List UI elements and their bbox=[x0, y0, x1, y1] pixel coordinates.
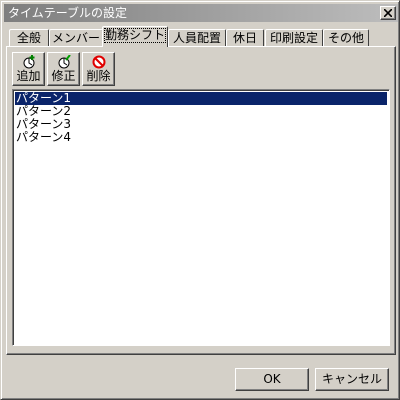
close-icon bbox=[384, 9, 392, 17]
list-item[interactable]: パターン4 bbox=[15, 131, 387, 144]
window-title: タイムテーブルの設定 bbox=[8, 6, 128, 20]
tab-label: 全般 bbox=[16, 31, 41, 45]
delete-icon bbox=[92, 55, 106, 69]
cancel-button[interactable]: キャンセル bbox=[315, 368, 389, 391]
add-button[interactable]: 追加 bbox=[12, 52, 45, 86]
shift-pattern-list[interactable]: パターン1 パターン2 パターン3 パターン4 bbox=[12, 89, 390, 346]
dialog-window: タイムテーブルの設定 全般 メンバー 勤務シフト 人員配置 休日 印刷設定 その… bbox=[0, 0, 400, 400]
tab-label: 休日 bbox=[232, 31, 257, 45]
tab-label: その他 bbox=[327, 31, 364, 45]
tab-strip: 全般 メンバー 勤務シフト 人員配置 休日 印刷設定 その他 bbox=[7, 26, 395, 47]
delete-button[interactable]: 削除 bbox=[82, 52, 115, 86]
tab-print-settings[interactable]: 印刷設定 bbox=[265, 29, 323, 46]
tab-other[interactable]: その他 bbox=[323, 29, 369, 46]
tab-label: 勤務シフト bbox=[103, 28, 166, 43]
tab-panel: 追加 修正 削除 パターン1 パターン2 パターン3 パターン4 bbox=[6, 46, 396, 355]
edit-button[interactable]: 修正 bbox=[47, 52, 80, 86]
close-button[interactable] bbox=[380, 6, 396, 20]
title-bar[interactable]: タイムテーブルの設定 bbox=[4, 4, 398, 22]
ok-button[interactable]: OK bbox=[235, 368, 309, 391]
tab-staffing[interactable]: 人員配置 bbox=[168, 29, 226, 46]
tab-general[interactable]: 全般 bbox=[9, 29, 49, 46]
add-icon bbox=[23, 55, 35, 69]
tab-label: 印刷設定 bbox=[269, 31, 318, 45]
edit-icon bbox=[58, 55, 71, 69]
delete-label: 削除 bbox=[86, 69, 111, 83]
tab-label: メンバー bbox=[51, 31, 100, 45]
tab-work-shift[interactable]: 勤務シフト bbox=[102, 26, 168, 47]
tab-members[interactable]: メンバー bbox=[49, 29, 103, 46]
add-label: 追加 bbox=[16, 69, 41, 83]
tab-holidays[interactable]: 休日 bbox=[226, 29, 264, 46]
edit-label: 修正 bbox=[51, 69, 76, 83]
tab-label: 人員配置 bbox=[172, 31, 221, 45]
